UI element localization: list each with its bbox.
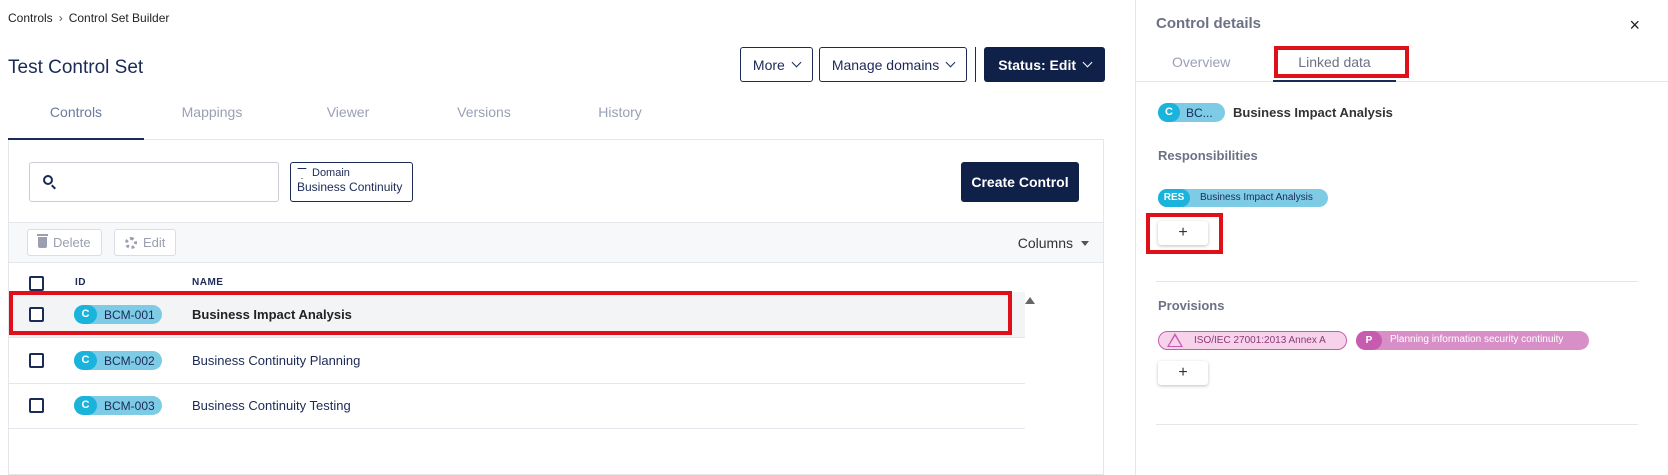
provisions-title: Provisions bbox=[1158, 298, 1225, 313]
control-type-badge: C bbox=[74, 396, 97, 415]
tab-viewer[interactable]: Viewer bbox=[280, 94, 416, 139]
more-button-label: More bbox=[752, 56, 785, 73]
responsibilities-title: Responsibilities bbox=[1158, 148, 1258, 163]
columns-menu[interactable]: Columns bbox=[1018, 235, 1089, 251]
provision-badge: P bbox=[1356, 331, 1382, 350]
search-input[interactable] bbox=[29, 162, 279, 202]
delete-label: Delete bbox=[53, 235, 91, 250]
responsibility-name: Business Impact Analysis bbox=[1200, 192, 1313, 203]
control-set-builder: Controls › Control Set Builder Test Cont… bbox=[0, 0, 1135, 475]
trash-icon bbox=[37, 234, 48, 248]
header-actions: More Manage domains Status: Edit bbox=[734, 47, 1105, 82]
responsibility-badge: RES bbox=[1158, 189, 1190, 207]
linked-control-name: Business Impact Analysis bbox=[1233, 105, 1393, 120]
warning-icon bbox=[1167, 333, 1183, 347]
manage-domains-button[interactable]: Manage domains bbox=[818, 47, 968, 82]
control-id-pill: C BCM-003 bbox=[74, 396, 162, 415]
highlight-box-selected-row bbox=[9, 291, 1012, 335]
breadcrumb: Controls › Control Set Builder bbox=[8, 11, 169, 25]
control-name: Business Continuity Testing bbox=[192, 398, 351, 413]
page-title: Test Control Set bbox=[8, 57, 144, 78]
create-control-button[interactable]: Create Control bbox=[961, 162, 1079, 202]
select-all-checkbox[interactable] bbox=[29, 276, 44, 291]
breadcrumb-current: Control Set Builder bbox=[68, 11, 170, 25]
provision-standard-pill[interactable]: ISO/IEC 27001:2013 Annex A bbox=[1158, 331, 1347, 350]
breadcrumb-controls-link[interactable]: Controls bbox=[8, 11, 53, 25]
control-type-badge: C bbox=[74, 351, 97, 370]
control-id: BCM-002 bbox=[104, 354, 155, 368]
table-row[interactable]: C BCM-003 Business Continuity Testing bbox=[9, 383, 1025, 429]
edit-label: Edit bbox=[143, 235, 166, 250]
provision-name: Planning information security continuity bbox=[1390, 334, 1564, 345]
highlight-box-linked-data-tab bbox=[1274, 46, 1409, 78]
breadcrumb-chevron-icon: › bbox=[58, 11, 63, 25]
main-tabs: Controls Mappings Viewer Versions Histor… bbox=[8, 94, 1104, 140]
control-id-pill: C BCM-002 bbox=[74, 351, 162, 370]
tab-overview[interactable]: Overview bbox=[1172, 54, 1230, 70]
chevron-down-icon bbox=[791, 57, 802, 68]
edit-button[interactable]: Edit bbox=[114, 229, 177, 256]
control-id: BCM-003 bbox=[104, 399, 155, 413]
status-label: Status: Edit bbox=[998, 56, 1076, 73]
provision-pill[interactable]: P Planning information security continui… bbox=[1356, 331, 1589, 350]
columns-label: Columns bbox=[1017, 235, 1073, 251]
highlight-box-add-responsibility bbox=[1146, 213, 1223, 254]
gear-icon bbox=[125, 236, 137, 249]
divider bbox=[1156, 281, 1638, 282]
control-name: Business Continuity Planning bbox=[192, 353, 361, 368]
delete-button[interactable]: Delete bbox=[27, 229, 102, 256]
provision-standard-name: ISO/IEC 27001:2013 Annex A bbox=[1194, 335, 1326, 346]
table-row[interactable]: C BCM-002 Business Continuity Planning bbox=[9, 338, 1025, 384]
column-header-id[interactable]: ID bbox=[75, 277, 86, 288]
domain-filter-label: Domain bbox=[312, 167, 350, 179]
add-provision-button[interactable]: + bbox=[1158, 361, 1208, 385]
responsibility-pill[interactable]: RES Business Impact Analysis bbox=[1158, 189, 1328, 207]
filter-icon bbox=[297, 167, 307, 179]
domain-filter-value: Business Continuity bbox=[297, 180, 403, 194]
linked-control: C BC... Business Impact Analysis bbox=[1158, 103, 1393, 122]
domain-filter-chip[interactable]: Domain Business Continuity bbox=[290, 162, 413, 202]
divider bbox=[975, 47, 977, 82]
chevron-down-icon bbox=[945, 57, 956, 68]
table-toolbar: Delete Edit Columns bbox=[9, 222, 1103, 263]
tab-history[interactable]: History bbox=[552, 94, 688, 139]
caret-down-icon bbox=[1081, 240, 1089, 246]
manage-domains-label: Manage domains bbox=[831, 56, 940, 73]
row-checkbox[interactable] bbox=[29, 398, 44, 413]
control-type-badge: C bbox=[1158, 103, 1180, 122]
tab-mappings[interactable]: Mappings bbox=[144, 94, 280, 139]
chevron-down-icon bbox=[1082, 57, 1093, 68]
status-button[interactable]: Status: Edit bbox=[984, 47, 1105, 82]
more-button[interactable]: More bbox=[739, 47, 813, 82]
details-title: Control details bbox=[1156, 15, 1262, 32]
control-id: BC... bbox=[1186, 106, 1213, 120]
scroll-up-arrow-icon[interactable] bbox=[1025, 297, 1035, 304]
row-checkbox[interactable] bbox=[29, 353, 44, 368]
tab-controls[interactable]: Controls bbox=[8, 94, 144, 140]
column-header-name[interactable]: NAME bbox=[192, 277, 223, 288]
close-icon[interactable]: × bbox=[1629, 15, 1640, 36]
search-icon bbox=[43, 175, 53, 185]
control-id-pill: C BC... bbox=[1158, 103, 1225, 122]
tab-versions[interactable]: Versions bbox=[416, 94, 552, 139]
divider bbox=[1156, 424, 1638, 425]
